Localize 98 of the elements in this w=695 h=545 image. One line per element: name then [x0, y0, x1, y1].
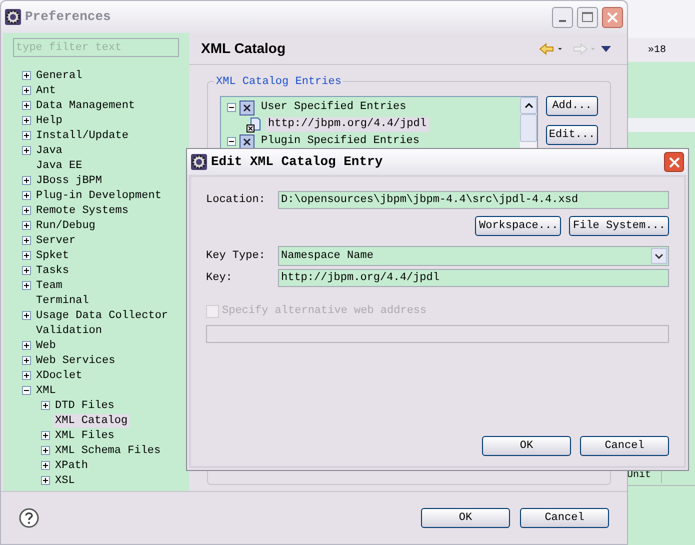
key-type-label: Key Type:	[206, 248, 266, 264]
background-row	[628, 118, 695, 132]
scroll-thumb[interactable]	[520, 114, 537, 142]
menu-caret-icon[interactable]	[601, 46, 611, 52]
expand-icon[interactable]	[41, 431, 50, 440]
expand-icon[interactable]	[22, 341, 31, 350]
tree-item[interactable]: Remote Systems	[34, 204, 130, 218]
expand-icon[interactable]	[22, 251, 31, 260]
expand-icon[interactable]	[41, 476, 50, 485]
key-type-dropdown[interactable]: Namespace Name	[278, 246, 669, 266]
tree-item[interactable]: Web	[34, 338, 58, 352]
catalog-icon	[239, 100, 255, 116]
location-field[interactable]: D:\opensources\jbpm\jbpm-4.4\src\jpdl-4.4.xsd	[278, 191, 669, 209]
tree-item[interactable]: XML	[34, 384, 58, 398]
expand-icon[interactable]	[22, 371, 31, 380]
tree-item[interactable]: Validation	[34, 324, 104, 338]
tree-item[interactable]: Terminal	[34, 294, 91, 308]
expand-icon[interactable]	[22, 311, 31, 320]
close-button[interactable]	[602, 6, 623, 28]
dialog-button[interactable]: Cancel	[580, 436, 669, 456]
tree-item[interactable]: XML Schema Files	[53, 444, 163, 458]
tree-item[interactable]: Install/Update	[34, 128, 130, 142]
tree-item[interactable]: Data Management	[34, 98, 138, 112]
maximize-icon	[582, 12, 593, 22]
group-button[interactable]: Add...	[546, 96, 598, 116]
dialog-title: Edit XML Catalog Entry	[211, 153, 384, 172]
expand-icon[interactable]	[22, 131, 31, 140]
filter-field[interactable]: type filter text	[13, 38, 179, 57]
close-icon	[607, 12, 618, 22]
key-label: Key:	[206, 270, 234, 286]
tree-item[interactable]: Web Services	[34, 354, 118, 368]
location-label: Location:	[206, 192, 266, 208]
gear-icon	[191, 154, 207, 170]
expand-icon[interactable]	[22, 266, 31, 275]
help-icon[interactable]	[19, 508, 39, 528]
minimize-icon	[559, 20, 566, 22]
expand-icon[interactable]	[22, 176, 31, 185]
tree-item[interactable]: XPath	[53, 458, 90, 472]
dialog-button[interactable]: Cancel	[520, 508, 609, 528]
alternative-field[interactable]	[206, 324, 669, 342]
tree-item[interactable]: Ant	[34, 84, 58, 98]
forward-arrow-icon	[573, 42, 597, 54]
expand-icon[interactable]	[41, 401, 50, 410]
scroll-up-icon[interactable]	[524, 103, 532, 108]
expand-icon[interactable]	[41, 446, 50, 455]
gear-icon	[5, 9, 21, 25]
tree-item[interactable]: DTD Files	[53, 398, 116, 412]
expand-icon[interactable]	[22, 236, 31, 245]
close-icon	[668, 156, 680, 168]
browse-button[interactable]: Workspace...	[475, 216, 561, 236]
catalog-entry[interactable]: User Specified Entries	[258, 100, 410, 115]
tree-item[interactable]: Run/Debug	[34, 218, 98, 232]
key-field[interactable]: http://jbpm.org/4.4/jpdl	[278, 269, 669, 287]
tree-item[interactable]: Usage Data Collector	[34, 308, 170, 322]
expand-icon[interactable]	[22, 71, 31, 80]
expand-icon[interactable]	[22, 281, 31, 290]
tree-item[interactable]: Team	[34, 278, 64, 292]
expand-icon[interactable]	[22, 146, 31, 155]
chevron-down-icon	[655, 254, 663, 258]
tree-item[interactable]: Plug-in Development	[34, 188, 164, 202]
catalog-entry[interactable]: http://jbpm.org/4.4/jpdl	[265, 117, 430, 132]
tree-item[interactable]: XSL	[53, 474, 77, 488]
more-tabs-label[interactable]: »18	[648, 43, 666, 58]
expand-icon[interactable]	[22, 86, 31, 95]
tree-item[interactable]: XML Files	[53, 428, 116, 442]
tree-item[interactable]: Tasks	[34, 264, 72, 278]
document-icon	[246, 116, 262, 132]
group-button[interactable]: Edit...	[546, 125, 598, 145]
window-title: Preferences	[25, 8, 112, 26]
expand-icon[interactable]	[22, 356, 31, 365]
page-title: XML Catalog	[201, 39, 287, 58]
tree-item[interactable]: Help	[34, 114, 64, 128]
tree-item[interactable]: Java EE	[34, 158, 84, 172]
tree-item[interactable]: JBoss jBPM	[34, 174, 104, 188]
collapse-icon[interactable]	[22, 386, 31, 395]
tree-item[interactable]: Spket	[34, 248, 72, 262]
expand-icon[interactable]	[22, 206, 31, 215]
minimize-button[interactable]	[552, 6, 573, 28]
tree-item[interactable]: Java	[34, 144, 64, 158]
catalog-icon	[239, 134, 255, 150]
tree-item[interactable]: XDoclet	[34, 368, 84, 382]
maximize-button[interactable]	[577, 6, 598, 28]
expand-icon[interactable]	[22, 191, 31, 200]
catalog-entry[interactable]: Plugin Specified Entries	[258, 134, 422, 149]
collapse-icon[interactable]	[227, 103, 236, 112]
expand-icon[interactable]	[22, 116, 31, 125]
expand-icon[interactable]	[22, 101, 31, 110]
expand-icon[interactable]	[41, 461, 50, 470]
close-button[interactable]	[664, 152, 684, 172]
dialog-button[interactable]: OK	[482, 436, 571, 456]
dialog-button[interactable]: OK	[421, 508, 510, 528]
collapse-icon[interactable]	[227, 137, 236, 146]
tree-item[interactable]: General	[34, 68, 84, 82]
tree-item[interactable]: XML Catalog	[53, 414, 130, 428]
browse-button[interactable]: File System...	[569, 216, 669, 236]
expand-icon[interactable]	[22, 221, 31, 230]
alternative-label: Specify alternative web address	[222, 304, 427, 319]
tree-item[interactable]: Server	[34, 234, 78, 248]
